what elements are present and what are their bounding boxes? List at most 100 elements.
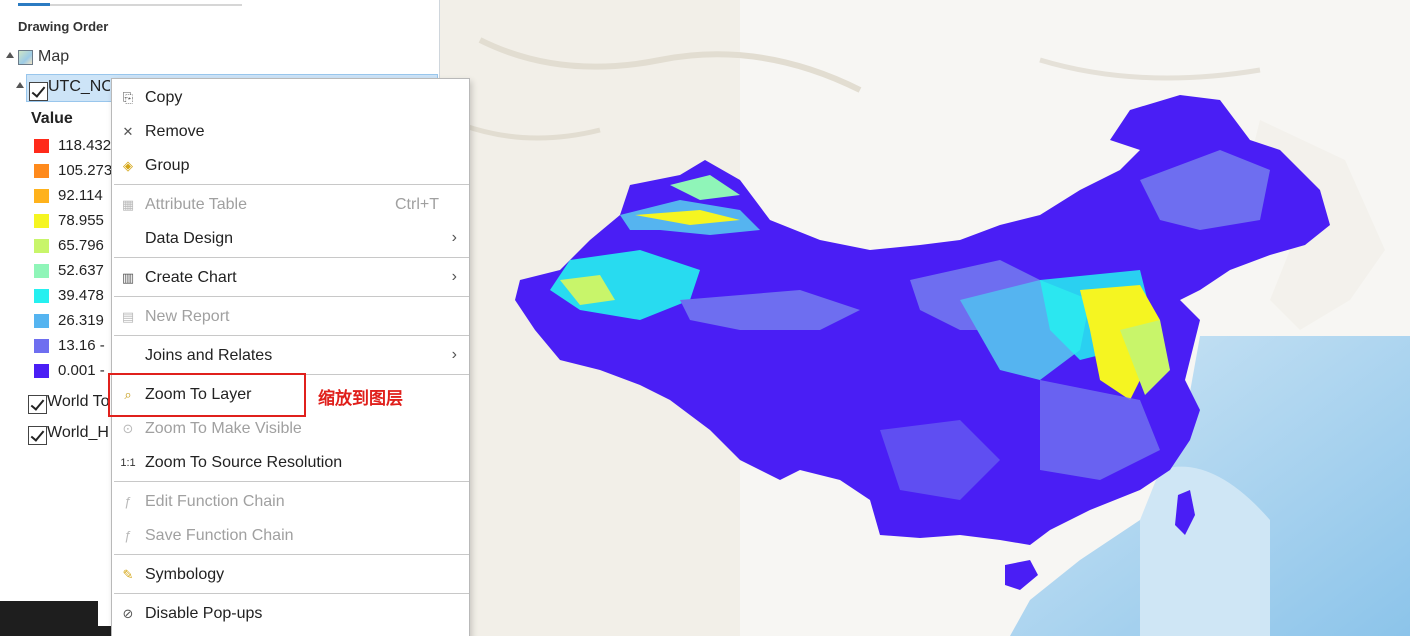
symbology-icon: ✎	[122, 567, 134, 582]
layer-context-menu: ⎘ Copy ✕ Remove ◈ Group ▦ Attribute Table Ctrl+T…	[111, 78, 470, 636]
remove-icon: ✕	[122, 124, 134, 139]
menu-item-label: Attribute Table	[145, 196, 247, 213]
map-node-label[interactable]: Map	[38, 48, 69, 66]
menu-item-label: Disable Pop-ups	[145, 605, 263, 622]
active-tab-indicator[interactable]	[18, 3, 50, 6]
basemap-layer-name[interactable]: World_H	[47, 424, 109, 442]
menu-item-label: Joins and Relates	[145, 347, 273, 364]
source-resolution-icon: 1:1	[120, 457, 136, 469]
basemap-visibility-checkbox[interactable]	[28, 395, 47, 414]
map-expand-arrow-icon[interactable]	[6, 52, 14, 58]
basemap-visibility-checkbox[interactable]	[28, 426, 47, 445]
legend-swatch[interactable]	[34, 264, 49, 278]
chart-icon: ▥	[121, 270, 135, 285]
legend-item[interactable]: 0.001 -	[34, 361, 114, 381]
menu-item-label: Zoom To Source Resolution	[145, 454, 343, 471]
legend-swatch[interactable]	[34, 289, 49, 303]
menu-item-label: Symbology	[145, 566, 225, 583]
submenu-chevron-icon: ›	[451, 229, 457, 246]
menu-separator	[114, 554, 469, 555]
menu-item-label: Copy	[145, 89, 183, 106]
legend-item[interactable]: 92.114	[34, 186, 114, 206]
map-canvas[interactable]	[440, 0, 1410, 636]
edit-function-icon: ƒ	[124, 494, 132, 509]
legend-item[interactable]: 39.478	[34, 286, 114, 306]
legend-swatch[interactable]	[34, 189, 49, 203]
tab-strip	[18, 4, 242, 6]
legend-item[interactable]: 13.16 -	[34, 336, 114, 356]
menu-item-disable-pop-ups[interactable]: ⊘ Disable Pop-ups	[112, 597, 469, 631]
legend-label: 78.955	[58, 212, 104, 229]
basemap-layer-row[interactable]: World To	[28, 393, 110, 417]
legend-swatch[interactable]	[34, 314, 49, 328]
layer-expand-arrow-icon[interactable]	[16, 82, 24, 88]
menu-separator	[114, 184, 469, 185]
report-icon: ▤	[121, 309, 135, 324]
legend-swatch[interactable]	[34, 164, 49, 178]
drawing-order-heading: Drawing Order	[18, 19, 109, 34]
menu-item-zoom-to-make-visible: ⊙ Zoom To Make Visible	[112, 412, 469, 446]
legend-swatch[interactable]	[34, 364, 49, 378]
menu-item-joins-and-relates[interactable]: Joins and Relates ›	[112, 339, 469, 373]
menu-shortcut: Ctrl+T	[395, 196, 439, 213]
menu-item-label: Create Chart	[145, 269, 237, 286]
legend-item[interactable]: 65.796	[34, 236, 114, 256]
legend-label: 118.432	[58, 137, 112, 154]
legend-label: 105.273	[58, 162, 113, 179]
menu-item-symbology[interactable]: ✎ Symbology	[112, 558, 469, 592]
legend-label: 39.478	[58, 287, 104, 304]
annotation-highlight-box	[108, 373, 306, 417]
legend-swatch[interactable]	[34, 139, 49, 153]
menu-item-group[interactable]: ◈ Group	[112, 149, 469, 183]
menu-item-save-function-chain: ƒ Save Function Chain	[112, 519, 469, 553]
legend-item[interactable]: 26.319	[34, 311, 114, 331]
basemap-layer-row[interactable]: World_H	[28, 424, 110, 448]
table-icon: ▦	[121, 197, 135, 212]
menu-item-data-design[interactable]: Data Design ›	[112, 222, 469, 256]
menu-separator	[114, 296, 469, 297]
menu-item-new-report: ▤ New Report	[112, 300, 469, 334]
map-icon	[18, 50, 33, 65]
layer-name[interactable]: UTC_NO	[48, 78, 110, 96]
menu-item-label: New Report	[145, 308, 230, 325]
legend-label: 65.796	[58, 237, 104, 254]
legend-swatch[interactable]	[34, 239, 49, 253]
taskbar-fragment-2	[98, 626, 112, 636]
legend-item[interactable]: 78.955	[34, 211, 114, 231]
menu-item-label: Zoom To Make Visible	[145, 420, 302, 437]
legend-label: 92.114	[58, 187, 103, 204]
basemap-layer-name[interactable]: World To	[47, 393, 110, 411]
menu-separator	[114, 593, 469, 594]
menu-item-create-chart[interactable]: ▥ Create Chart ›	[112, 261, 469, 295]
submenu-chevron-icon: ›	[451, 268, 457, 285]
save-function-icon: ƒ	[124, 528, 132, 543]
menu-separator	[114, 257, 469, 258]
legend-swatch[interactable]	[34, 214, 49, 228]
menu-item-label: Edit Function Chain	[145, 493, 285, 510]
legend-label: 26.319	[58, 312, 104, 329]
legend-label: 13.16 -	[58, 337, 105, 354]
legend-item[interactable]: 52.637	[34, 261, 114, 281]
legend-label: 52.637	[58, 262, 104, 279]
menu-item-attribute-table: ▦ Attribute Table Ctrl+T	[112, 188, 469, 222]
group-icon: ◈	[123, 158, 133, 173]
legend-swatch[interactable]	[34, 339, 49, 353]
legend-item[interactable]: 118.432	[34, 136, 114, 156]
menu-item-label: Save Function Chain	[145, 527, 294, 544]
legend-label: 0.001 -	[58, 362, 105, 379]
menu-item-remove[interactable]: ✕ Remove	[112, 115, 469, 149]
menu-item-label: Group	[145, 157, 190, 174]
menu-item-label: Data Design	[145, 230, 234, 247]
menu-item-edit-function-chain: ƒ Edit Function Chain	[112, 485, 469, 519]
zoom-visible-icon: ⊙	[122, 421, 134, 436]
submenu-chevron-icon: ›	[451, 346, 457, 363]
legend-item[interactable]: 105.273	[34, 161, 114, 181]
menu-item-zoom-to-source-resolution[interactable]: 1:1 Zoom To Source Resolution	[112, 446, 469, 480]
menu-item-copy[interactable]: ⎘ Copy	[112, 81, 469, 115]
copy-icon: ⎘	[122, 90, 134, 105]
menu-separator	[114, 481, 469, 482]
menu-separator	[114, 335, 469, 336]
map-view[interactable]	[440, 0, 1410, 636]
taskbar-fragment	[0, 601, 98, 636]
layer-visibility-checkbox[interactable]	[29, 82, 48, 101]
